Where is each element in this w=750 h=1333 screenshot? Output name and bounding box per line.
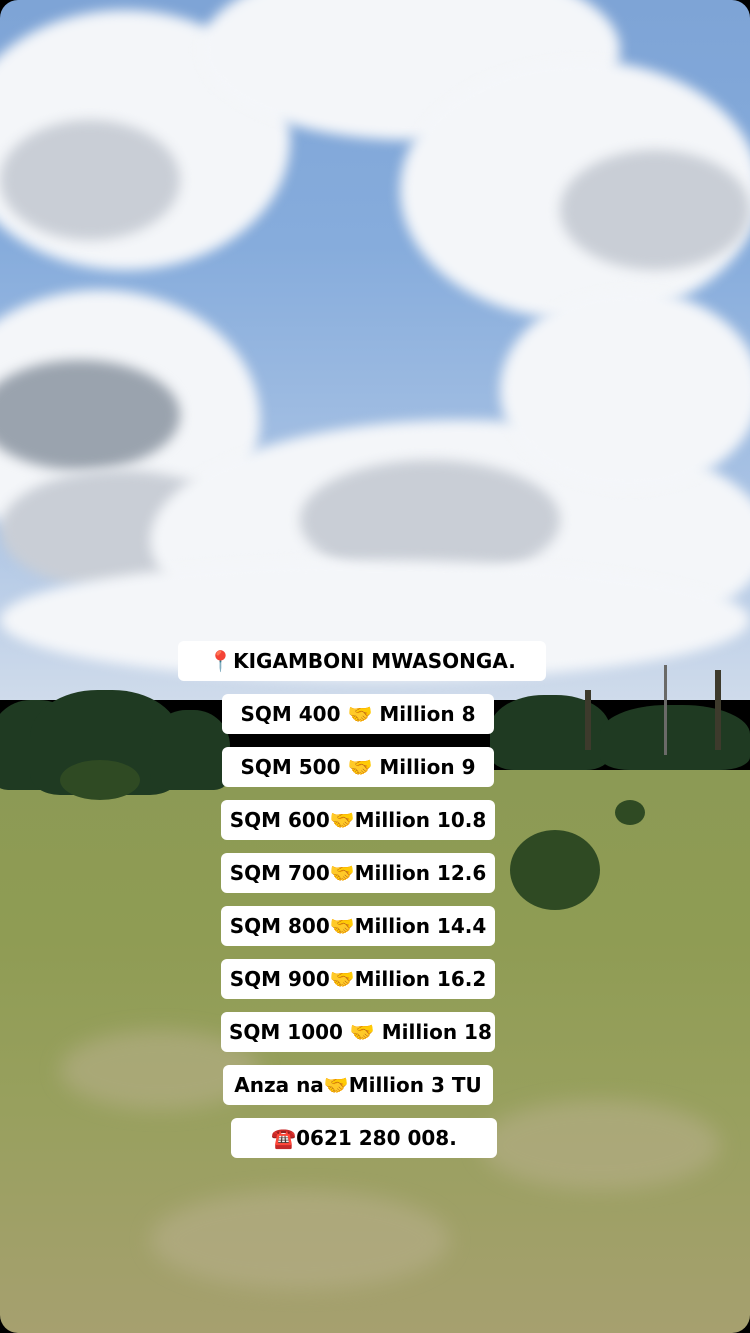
- phone-number: 0621 280 008.: [296, 1126, 457, 1150]
- price-row-500: SQM 500 🤝 Million 9: [222, 747, 494, 787]
- price-row-text: SQM 700🤝Million 12.6: [229, 861, 487, 885]
- price-row-text: SQM 500 🤝 Million 9: [240, 755, 476, 779]
- phone-label: ☎️0621 280 008.: [231, 1118, 497, 1158]
- price-row-800: SQM 800🤝Million 14.4: [221, 906, 495, 946]
- price-row-text: SQM 400 🤝 Million 8: [240, 702, 476, 726]
- price-row-1000: SQM 1000 🤝 Million 18: [221, 1012, 495, 1052]
- story-frame: 📍KIGAMBONI MWASONGA. SQM 400 🤝 Million 8…: [0, 0, 750, 1333]
- price-list: 📍KIGAMBONI MWASONGA. SQM 400 🤝 Million 8…: [0, 0, 750, 1333]
- price-row-400: SQM 400 🤝 Million 8: [222, 694, 494, 734]
- price-row-900: SQM 900🤝Million 16.2: [221, 959, 495, 999]
- price-row-text: SQM 900🤝Million 16.2: [229, 967, 487, 991]
- price-row-text: SQM 600🤝Million 10.8: [229, 808, 487, 832]
- round-pushpin-icon: 📍: [208, 649, 234, 673]
- telephone-icon: ☎️: [271, 1126, 297, 1150]
- price-row-700: SQM 700🤝Million 12.6: [221, 853, 495, 893]
- price-row-600: SQM 600🤝Million 10.8: [221, 800, 495, 840]
- price-row-text: SQM 1000 🤝 Million 18: [229, 1020, 492, 1044]
- down-payment-text: Anza na🤝Million 3 TU: [234, 1073, 482, 1097]
- price-row-text: SQM 800🤝Million 14.4: [229, 914, 487, 938]
- location-label: 📍KIGAMBONI MWASONGA.: [178, 641, 546, 681]
- down-payment-label: Anza na🤝Million 3 TU: [223, 1065, 493, 1105]
- location-text: KIGAMBONI MWASONGA.: [233, 649, 516, 673]
